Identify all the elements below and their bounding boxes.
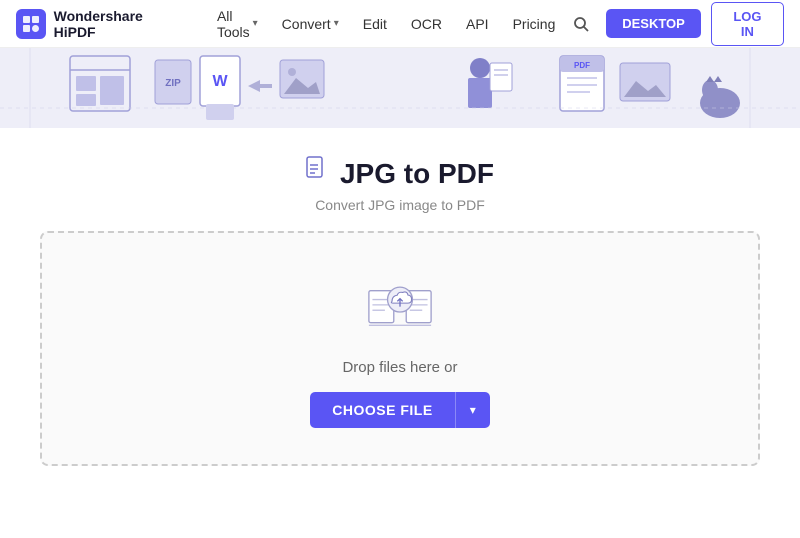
file-icon [306, 156, 330, 191]
main-content: JPG to PDF Convert JPG image to PDF [0, 128, 800, 486]
chevron-down-icon: ▾ [334, 18, 339, 29]
page-title: JPG to PDF [340, 158, 494, 190]
choose-file-row: CHOOSE FILE ▾ [310, 392, 489, 428]
logo-icon [16, 9, 46, 39]
page-subtitle: Convert JPG image to PDF [315, 197, 485, 213]
navbar: Wondershare HiPDF All Tools ▾ Convert ▾ … [0, 0, 800, 48]
svg-text:W: W [212, 73, 228, 90]
svg-text:PDF: PDF [574, 61, 590, 70]
login-button[interactable]: LOG IN [711, 2, 784, 46]
nav-pricing[interactable]: Pricing [503, 10, 566, 38]
chevron-down-icon: ▾ [470, 403, 476, 417]
drop-zone[interactable]: Drop files here or CHOOSE FILE ▾ [40, 231, 760, 466]
search-button[interactable] [565, 8, 596, 40]
nav-all-tools[interactable]: All Tools ▾ [207, 2, 268, 46]
nav-edit[interactable]: Edit [353, 10, 397, 38]
desktop-button[interactable]: DESKTOP [606, 9, 701, 38]
logo[interactable]: Wondershare HiPDF [16, 8, 187, 40]
upload-illustration [360, 273, 440, 343]
nav-right: DESKTOP LOG IN [565, 2, 784, 46]
nav-ocr[interactable]: OCR [401, 10, 452, 38]
nav-api[interactable]: API [456, 10, 499, 38]
choose-file-button[interactable]: CHOOSE FILE [310, 392, 454, 428]
nav-items: All Tools ▾ Convert ▾ Edit OCR API Prici… [207, 2, 565, 46]
page-title-area: JPG to PDF [306, 156, 494, 191]
nav-convert[interactable]: Convert ▾ [272, 10, 349, 38]
chevron-down-icon: ▾ [253, 18, 258, 29]
svg-text:ZIP: ZIP [165, 78, 181, 89]
hero-banner: ZIP W PDF [0, 48, 800, 128]
brand-name: Wondershare HiPDF [54, 8, 187, 40]
drop-text: Drop files here or [342, 359, 457, 376]
choose-file-dropdown[interactable]: ▾ [455, 392, 490, 428]
